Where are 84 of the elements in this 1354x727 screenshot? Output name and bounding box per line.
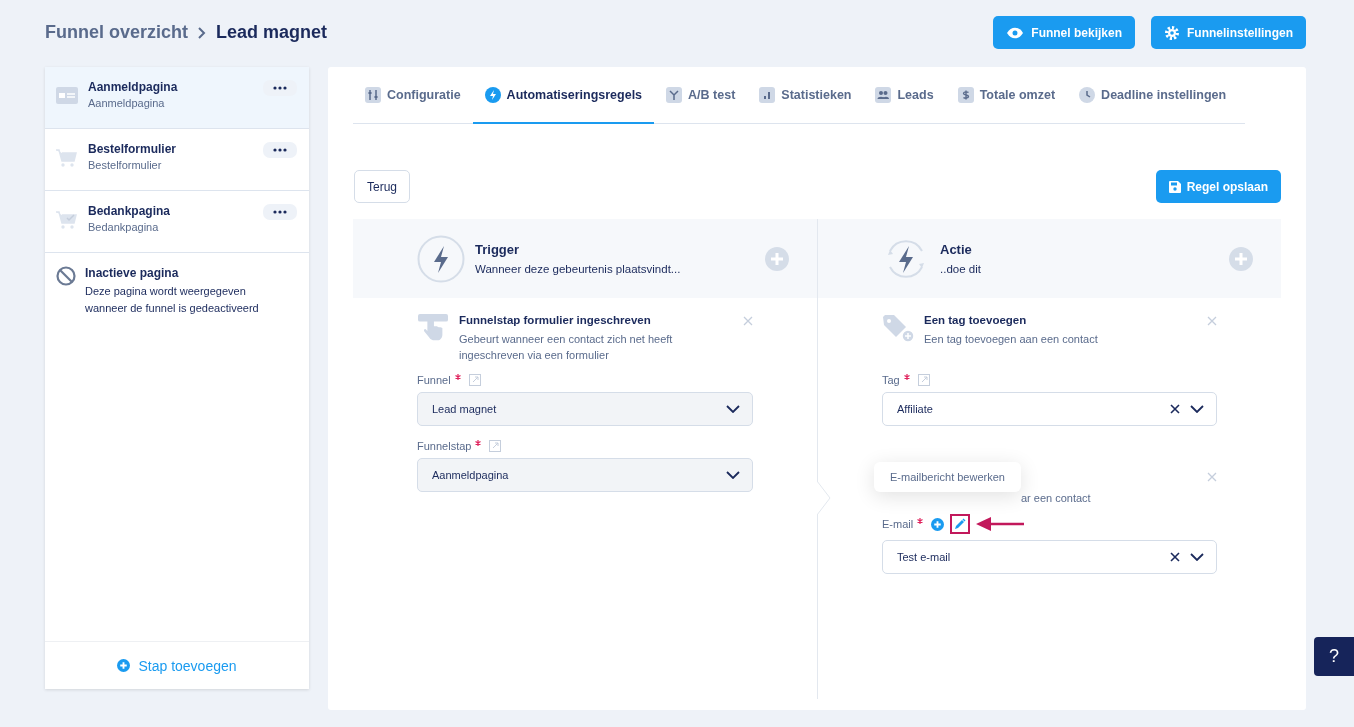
more-options-button[interactable] [263,142,297,158]
step-description: Gebeurt wanneer een contact zich net heeft ingeschreven via een formulier [459,332,674,363]
clear-icon[interactable] [1170,404,1180,414]
clock-icon [1079,86,1096,103]
trigger-subtitle: Wanneer deze gebeurtenis plaatsvindt... [475,263,682,275]
plus-circle-icon [117,659,131,672]
more-icon [273,86,287,90]
tab[interactable]: Statistieken [747,67,864,124]
select-field[interactable]: Test e-mail [882,540,1217,574]
tooltip: E-mailbericht bewerken [874,462,1021,492]
chevron-down-icon [726,471,740,479]
help-button[interactable]: ? [1314,637,1354,676]
annotation-arrow [976,517,1025,531]
page-list-item[interactable]: Bedankpagina Bedankpagina [45,191,309,253]
page-subtitle: Bedankpagina [88,221,160,233]
inactive-page-title: Inactieve pagina [85,266,180,280]
settings-button[interactable]: Funnelinstellingen [1151,16,1306,49]
eye-icon [1006,26,1025,39]
action-subtitle: ..doe dit [940,263,982,275]
disabled-icon [56,266,76,286]
close-icon[interactable] [1207,472,1217,482]
settings-icon [1164,24,1180,41]
field-label: Funnel [417,374,451,386]
more-options-button[interactable] [263,80,297,96]
plus-circle-icon[interactable] [931,517,945,531]
split-icon [666,86,683,103]
field-label: Funnelstap [417,440,472,452]
external-link-icon[interactable] [489,440,502,452]
bolt-circle-icon [417,234,465,283]
add-step-button[interactable]: Stap toevoegen [45,641,309,689]
action-title: Actie [940,242,973,257]
close-icon[interactable] [1207,316,1217,326]
more-icon [273,210,287,214]
chevron-down-icon [1190,405,1204,413]
clear-icon[interactable] [1170,552,1180,562]
page-title-text: Aanmeldpagina [88,80,179,94]
bolt-icon [484,86,501,103]
save-rule-button[interactable]: Regel opslaan [1155,170,1281,203]
page-title: Lead magnet [216,22,328,43]
step-title: Funnelstap formulier ingeschreven [459,314,652,326]
chevron-right-icon [198,26,206,39]
trigger-title: Trigger [475,242,521,257]
tab[interactable]: Totale omzet [945,67,1068,124]
back-button[interactable]: Terug [354,170,411,203]
page-subtitle: Bestelformulier [88,159,163,171]
tab[interactable]: Leads [863,67,946,124]
add-icon[interactable] [1229,246,1253,271]
close-icon[interactable] [743,316,753,326]
form-icon [56,86,78,106]
field-label: E-mail [882,518,914,530]
page-title-text: Bedankpagina [88,204,172,218]
page-list-item[interactable]: Aanmeldpagina Aanmeldpagina [45,67,309,129]
external-link-icon[interactable] [917,374,930,386]
step-description: ar een contact [1020,491,1091,506]
chevron-down-icon [1190,553,1204,561]
bar-chart-icon [759,86,776,103]
inactive-page-description: Deze pagina wordt weergegeven wanneer de funnel is gedeactiveerd [85,284,260,316]
more-icon [273,148,287,152]
more-options-button[interactable] [263,204,297,220]
view-funnel-button[interactable]: Funnel bekijken [993,16,1135,49]
step-title: Een tag toevoegen [924,314,1028,326]
people-icon [875,86,892,103]
page-subtitle: Aanmeldpagina [88,97,166,109]
tag-plus-icon [882,314,914,342]
add-icon[interactable] [765,246,789,271]
dollar-icon [957,86,974,103]
select-field[interactable]: Lead magnet [417,392,753,426]
external-link-icon[interactable] [468,374,481,386]
field-label: Tag [882,374,900,386]
cart-check-icon [56,210,78,230]
tab[interactable]: Automatiseringsregels [472,67,655,124]
page-list-item[interactable]: Bestelformulier Bestelformulier [45,129,309,191]
tab[interactable]: A/B test [654,67,748,124]
sliders-icon [365,86,381,103]
step-description: Een tag toevoegen aan een contact [924,332,1099,347]
breadcrumb-link[interactable]: Funnel overzicht [45,22,188,43]
tab[interactable]: Deadline instellingen [1067,67,1239,124]
select-field[interactable]: Affiliate [882,392,1217,426]
select-field[interactable]: Aanmeldpagina [417,458,753,492]
tab[interactable]: Configuratie [353,67,473,124]
save-icon [1168,180,1181,193]
chevron-down-icon [726,405,740,413]
cart-icon [56,148,78,168]
page-title-text: Bestelformulier [88,142,178,156]
